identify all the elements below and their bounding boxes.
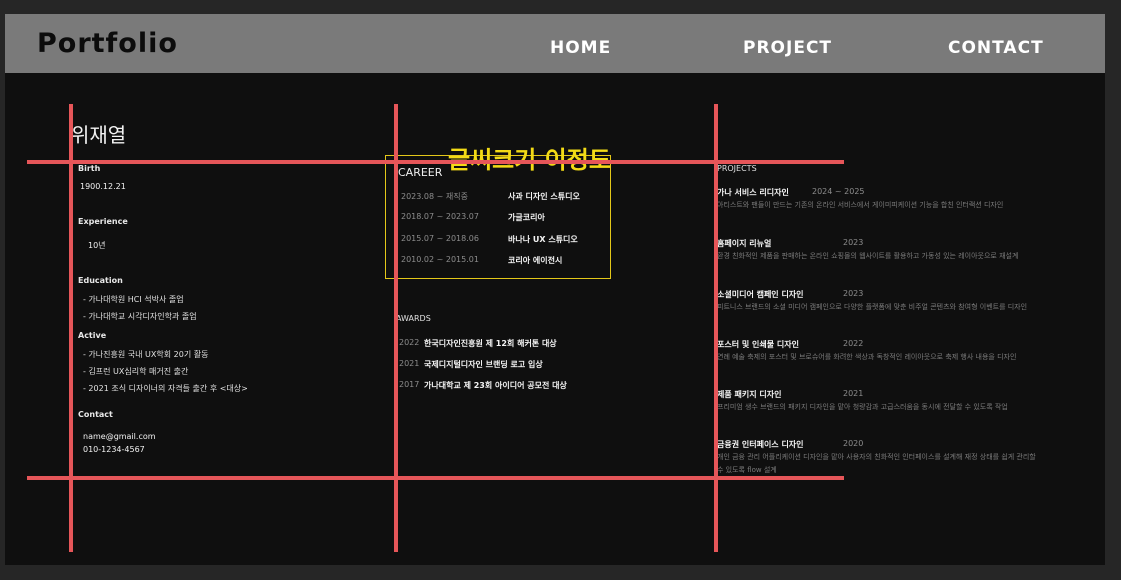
education-item: - 가나대학원 HCI 석박사 졸업 xyxy=(83,295,184,304)
award-name: 한국디자인진흥원 제 12회 해커톤 대상 xyxy=(424,339,557,348)
guide-line-vertical xyxy=(714,104,718,552)
nav-home-link[interactable]: HOME xyxy=(550,38,611,58)
contact-title: Contact xyxy=(78,410,113,419)
awards-title: AWARDS xyxy=(396,314,431,323)
project-title: 금융권 인터페이스 디자인 xyxy=(717,440,804,449)
active-item: - 가나진흥원 국내 UX학회 20기 활동 xyxy=(83,350,209,359)
project-description: 연례 예술 축제의 포스터 및 브로슈어를 화려한 색상과 독창적인 레이아웃으… xyxy=(717,353,1017,361)
project-year: 2022 xyxy=(843,339,864,348)
project-description: 아티스트와 팬들이 만드는 기존의 온라인 서비스에서 게이미피케이션 기능을 … xyxy=(717,201,1004,209)
project-description: 개인 금융 관리 어플리케이션 디자인을 맡아 사용자의 친화적인 인터페이스를… xyxy=(717,453,1036,474)
guide-line-horizontal xyxy=(27,160,844,164)
award-year: 2017 xyxy=(399,380,420,389)
project-title: 홈페이지 리뉴얼 xyxy=(717,239,772,248)
active-item: - 2021 조식 디자이너의 자격들 출간 후 <대상> xyxy=(83,384,248,393)
logo[interactable]: Portfolio xyxy=(37,28,178,59)
project-title: 가나 서비스 리디자인 xyxy=(717,188,789,197)
guide-line-horizontal xyxy=(27,476,844,480)
contact-phone: 010-1234-4567 xyxy=(83,445,145,454)
education-title: Education xyxy=(78,276,123,285)
portfolio-artboard: Portfolio HOME PROJECT CONTACT 위재열 Birth… xyxy=(5,14,1105,565)
project-title: 소셜미디어 캠페인 디자인 xyxy=(717,290,804,299)
projects-title: PROJECTS xyxy=(717,164,757,173)
education-item: - 가나대학교 시각디자인학과 졸업 xyxy=(83,312,197,321)
active-title: Active xyxy=(78,331,107,340)
project-year: 2023 xyxy=(843,289,864,298)
nav-contact-link[interactable]: CONTACT xyxy=(948,38,1044,58)
award-name: 가나대학교 제 23회 아이디어 공모전 대상 xyxy=(424,381,567,390)
project-title: 제품 패키지 디자인 xyxy=(717,390,782,399)
project-year: 2023 xyxy=(843,238,864,247)
experience-value: 10년 xyxy=(88,241,106,250)
award-year: 2021 xyxy=(399,359,420,368)
site-header: Portfolio HOME PROJECT CONTACT xyxy=(5,14,1105,73)
project-description: 프리미엄 생수 브랜드의 패키지 디자인을 맡아 청량감과 고급스러움을 동시에… xyxy=(717,403,1008,411)
project-year: 2021 xyxy=(843,389,864,398)
award-year: 2022 xyxy=(399,338,420,347)
birth-title: Birth xyxy=(78,164,101,173)
project-description: 환경 친화적인 제품을 판매하는 온라인 쇼핑몰의 웹사이트를 활용하고 가동성… xyxy=(717,252,1019,260)
active-item: - 김프런 UX심리학 매거진 출간 xyxy=(83,367,189,376)
project-year: 2024 ~ 2025 xyxy=(812,187,865,196)
project-description: 피트니스 브랜드의 소셜 미디어 캠페인으로 다양한 플랫폼에 맞춘 비주얼 콘… xyxy=(717,303,1028,311)
award-name: 국제디지털디자인 브랜딩 로고 입상 xyxy=(424,360,543,369)
font-size-annotation: 글씨크기 이정도 xyxy=(448,140,611,175)
birth-value: 1900.12.21 xyxy=(80,182,126,191)
project-title: 포스터 및 인쇄물 디자인 xyxy=(717,340,799,349)
nav-project-link[interactable]: PROJECT xyxy=(743,38,832,58)
guide-line-vertical xyxy=(69,104,73,552)
project-year: 2020 xyxy=(843,439,864,448)
profile-name: 위재열 xyxy=(71,123,127,147)
contact-email[interactable]: name@gmail.com xyxy=(83,432,156,441)
guide-line-vertical xyxy=(394,104,398,552)
experience-title: Experience xyxy=(78,217,128,226)
